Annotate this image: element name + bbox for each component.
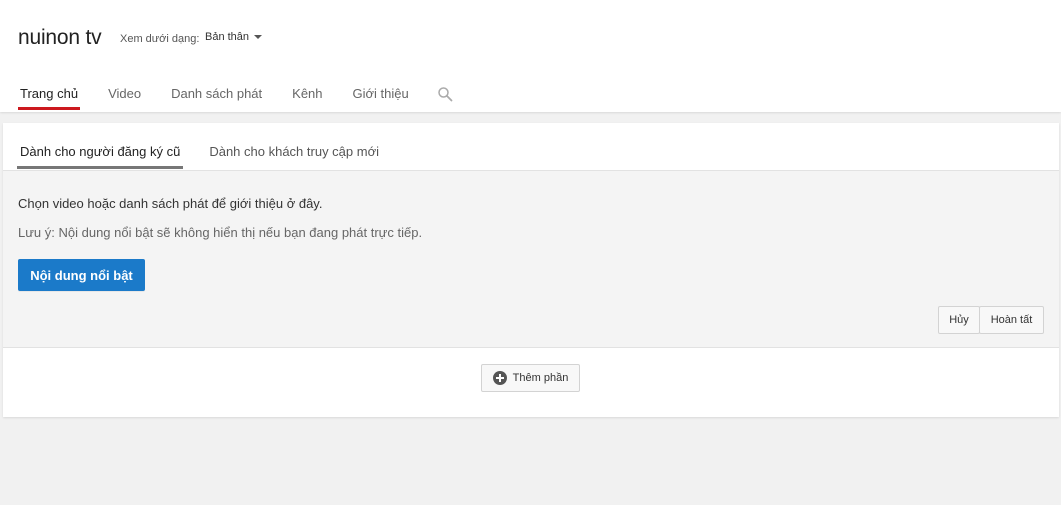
- tab-returning-subscribers[interactable]: Dành cho người đăng ký cũ: [17, 137, 184, 169]
- tab-home[interactable]: Trang chủ: [18, 80, 81, 110]
- featured-content-button[interactable]: Nội dung nổi bật: [18, 259, 145, 291]
- featured-section-card: Dành cho người đăng ký cũ Dành cho khách…: [3, 123, 1059, 417]
- editor-note: Lưu ý: Nội dung nổi bật sẽ không hiển th…: [18, 225, 423, 240]
- tab-videos[interactable]: Video: [106, 80, 143, 110]
- editor-instruction: Chọn video hoặc danh sách phát để giới t…: [18, 196, 323, 211]
- audience-tabs: Dành cho người đăng ký cũ Dành cho khách…: [17, 137, 405, 169]
- tab-about[interactable]: Giới thiệu: [351, 80, 411, 110]
- view-as-label: Xem dưới dạng:: [120, 33, 200, 45]
- tab-playlists[interactable]: Danh sách phát: [169, 80, 264, 110]
- add-section-label: Thêm phần: [512, 372, 569, 384]
- view-as-dropdown[interactable]: Bản thân: [205, 31, 263, 43]
- tab-channels[interactable]: Kênh: [290, 80, 324, 110]
- channel-title: nuinon tv: [18, 26, 102, 49]
- cancel-button[interactable]: Hủy: [938, 306, 980, 334]
- channel-header: nuinon tv Xem dưới dạng: Bản thân Trang …: [0, 0, 1061, 112]
- plus-circle-icon: [492, 371, 507, 385]
- search-icon[interactable]: [437, 86, 453, 102]
- add-section-button[interactable]: Thêm phần: [481, 364, 580, 392]
- channel-nav: Trang chủ Video Danh sách phát Kênh Giới…: [18, 80, 453, 112]
- featured-editor: Chọn video hoặc danh sách phát để giới t…: [3, 170, 1059, 348]
- tab-new-visitors[interactable]: Dành cho khách truy cập mới: [206, 137, 382, 169]
- caret-down-icon: [254, 35, 263, 39]
- view-as-value: Bản thân: [205, 31, 250, 43]
- done-button[interactable]: Hoàn tất: [979, 306, 1044, 334]
